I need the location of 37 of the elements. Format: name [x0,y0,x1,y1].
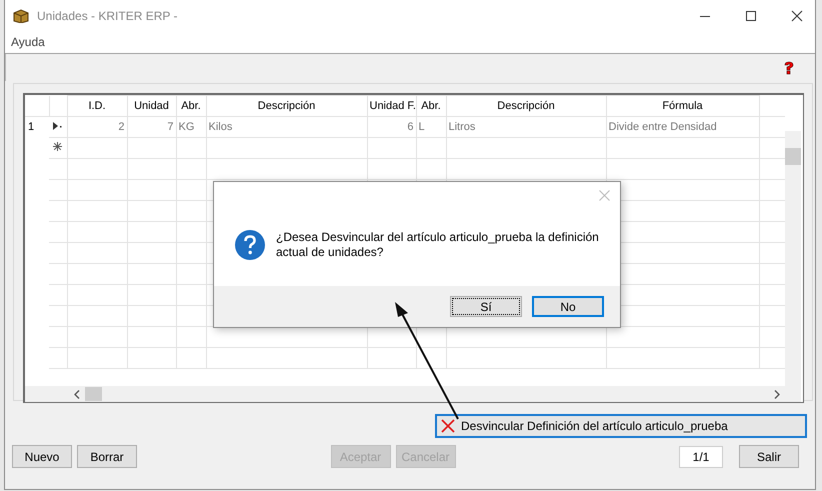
dialog-button[interactable]: Sí [450,296,522,317]
dialog-button[interactable]: No [532,296,604,317]
menu-item[interactable]: Ayuda [11,35,45,49]
column-header[interactable]: I.D. [67,96,127,116]
button[interactable]: Borrar [77,445,137,468]
page-indicator: 1/1 [679,446,723,468]
maximize-icon[interactable] [745,10,757,22]
column-header[interactable]: Abr. [176,96,206,116]
question-icon [234,229,266,261]
column-header[interactable]: Descripción [446,96,606,116]
table-cell: Litros [446,116,606,138]
column-header[interactable]: Fórmula [606,96,759,116]
table-cell: 7 [127,116,176,138]
table-cell: Divide entre Densidad [606,116,759,138]
table-cell: 6 [367,116,416,138]
column-header[interactable]: Abr. [416,96,446,116]
scroll-left-icon[interactable] [74,390,80,398]
window-title: Unidades - KRITER ERP - [37,8,178,22]
column-header[interactable]: Unidad [127,96,176,116]
table-cell: KG [176,116,206,138]
close-icon[interactable] [791,10,803,22]
status-text: Desvincular Definición del artículo articulo_prueba [461,419,728,433]
table-cell: L [416,116,446,138]
vertical-scrollbar[interactable] [785,131,801,402]
scroll-thumb[interactable] [85,387,102,401]
table-cell: Kilos [206,116,367,138]
column-header[interactable]: Unidad F. [367,96,416,116]
horizontal-scrollbar[interactable] [25,386,785,402]
column-header[interactable]: Descripción [206,96,367,116]
scroll-right-icon[interactable] [774,390,780,398]
button[interactable]: Nuevo [12,445,72,468]
scroll-thumb[interactable] [785,148,801,165]
table-cell: 2 [67,116,127,138]
dialog-message: ¿Desea Desvincular del artículo articulo_prueba la definición actual de unidades? [276,230,600,260]
box-icon [13,8,29,22]
row-number: 1 [25,116,49,138]
exit-button[interactable]: Salir [739,445,799,468]
